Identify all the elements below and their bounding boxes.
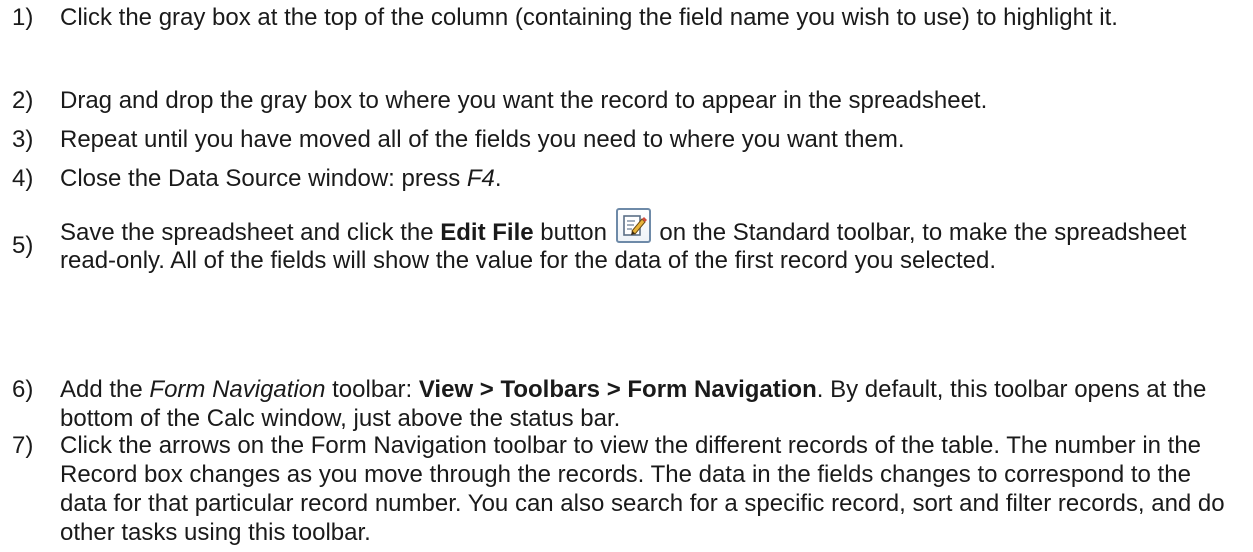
edit-file-icon (615, 208, 651, 243)
step-4: 4) Close the Data Source window: press F… (0, 164, 1253, 193)
step-text: Click the arrows on the Form Navigation … (60, 432, 1225, 546)
step-number: 6) (12, 376, 34, 403)
step-3: 3) Repeat until you have moved all of th… (0, 125, 1253, 154)
step-2: 2) Drag and drop the gray box to where y… (0, 86, 1253, 115)
step-number: 5) (12, 232, 34, 259)
step-1: 1) Click the gray box at the top of the … (0, 3, 1253, 32)
step-number: 1) (12, 4, 34, 31)
step-number: 2) (12, 87, 34, 114)
step-text-mid: toolbar: (325, 376, 419, 403)
step-text-mid: button (533, 219, 607, 246)
step-text: Drag and drop the gray box to where you … (60, 87, 988, 114)
step-text-end: . (494, 165, 502, 192)
step-text-start: Save the spreadsheet and click the (60, 219, 441, 246)
step-5: 5) Save the spreadsheet and click the Ed… (0, 208, 1253, 275)
step-number: 3) (12, 126, 34, 153)
menu-path: View > Toolbars > Form Navigation (418, 376, 817, 403)
step-text: Click the gray box at the top of the col… (60, 4, 1118, 31)
key-shortcut: F4 (466, 165, 495, 192)
step-number: 4) (12, 165, 34, 192)
step-7: 7) Click the arrows on the Form Navigati… (0, 431, 1253, 547)
button-name: Edit File (440, 219, 534, 246)
step-text: Repeat until you have moved all of the f… (60, 126, 905, 153)
step-number: 7) (12, 432, 34, 459)
step-text-start: Close the Data Source window: press (60, 165, 467, 192)
toolbar-name: Form Navigation (149, 376, 326, 403)
step-6: 6) Add the Form Navigation toolbar: View… (0, 375, 1253, 433)
step-text-start: Add the (60, 376, 150, 403)
